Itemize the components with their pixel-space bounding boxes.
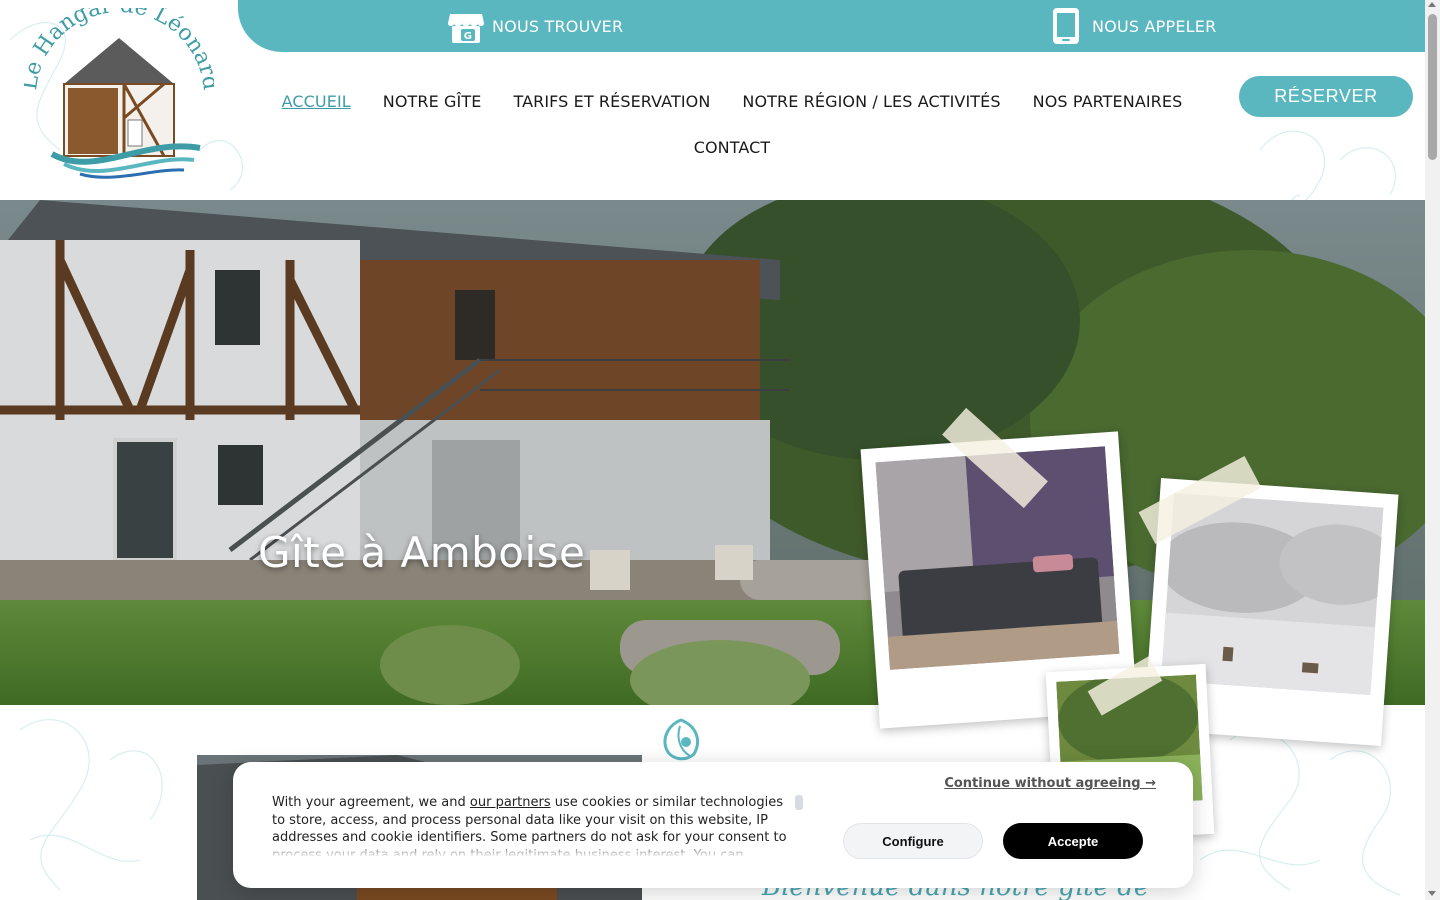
main-navigation: ACCUEIL NOTRE GÎTE TARIFS ET RÉSERVATION… xyxy=(240,78,1224,170)
phone-icon xyxy=(1046,6,1086,46)
top-contact-bar xyxy=(238,0,1425,52)
logo-image: Le Hangar de Léonard xyxy=(17,0,223,179)
nav-item-partenaires[interactable]: NOS PARTENAIRES xyxy=(1033,92,1183,111)
call-us-label: NOUS APPELER xyxy=(1092,16,1217,36)
nav-item-contact[interactable]: CONTACT xyxy=(694,138,771,157)
find-us-link[interactable]: G NOUS TROUVER xyxy=(446,6,623,46)
partners-link[interactable]: our partners xyxy=(470,795,551,810)
cookie-consent-banner: With your agreement, we and our partners… xyxy=(233,762,1193,888)
cookie-text-scrollbar[interactable] xyxy=(795,795,803,810)
nav-item-tarifs[interactable]: TARIFS ET RÉSERVATION xyxy=(513,92,710,111)
site-logo[interactable]: Le Hangar de Léonard xyxy=(17,0,223,184)
cookie-text-fade xyxy=(272,840,792,858)
continue-without-agreeing-link[interactable]: Continue without agreeing → xyxy=(944,776,1156,791)
cookie-text-start: With your agreement, we and xyxy=(272,795,466,810)
configure-button[interactable]: Configure xyxy=(843,823,983,859)
page-scrollbar[interactable] xyxy=(1425,0,1440,900)
nav-item-accueil[interactable]: ACCUEIL xyxy=(282,92,351,111)
nav-item-region[interactable]: NOTRE RÉGION / LES ACTIVITÉS xyxy=(742,92,1000,111)
svg-text:G: G xyxy=(464,31,472,42)
reserve-button[interactable]: RÉSERVER xyxy=(1239,76,1413,117)
scroll-up-arrow-icon[interactable] xyxy=(1428,2,1436,7)
accept-button[interactable]: Accepte xyxy=(1003,823,1143,859)
scrollbar-thumb[interactable] xyxy=(1428,14,1437,160)
store-icon: G xyxy=(446,6,486,46)
hero-title: Gîte à Amboise xyxy=(258,528,586,577)
find-us-label: NOUS TROUVER xyxy=(492,16,624,36)
call-us-link[interactable]: NOUS APPELER xyxy=(1046,6,1216,46)
scroll-down-arrow-icon[interactable] xyxy=(1428,891,1436,896)
nav-item-notre-gite[interactable]: NOTRE GÎTE xyxy=(383,92,482,111)
